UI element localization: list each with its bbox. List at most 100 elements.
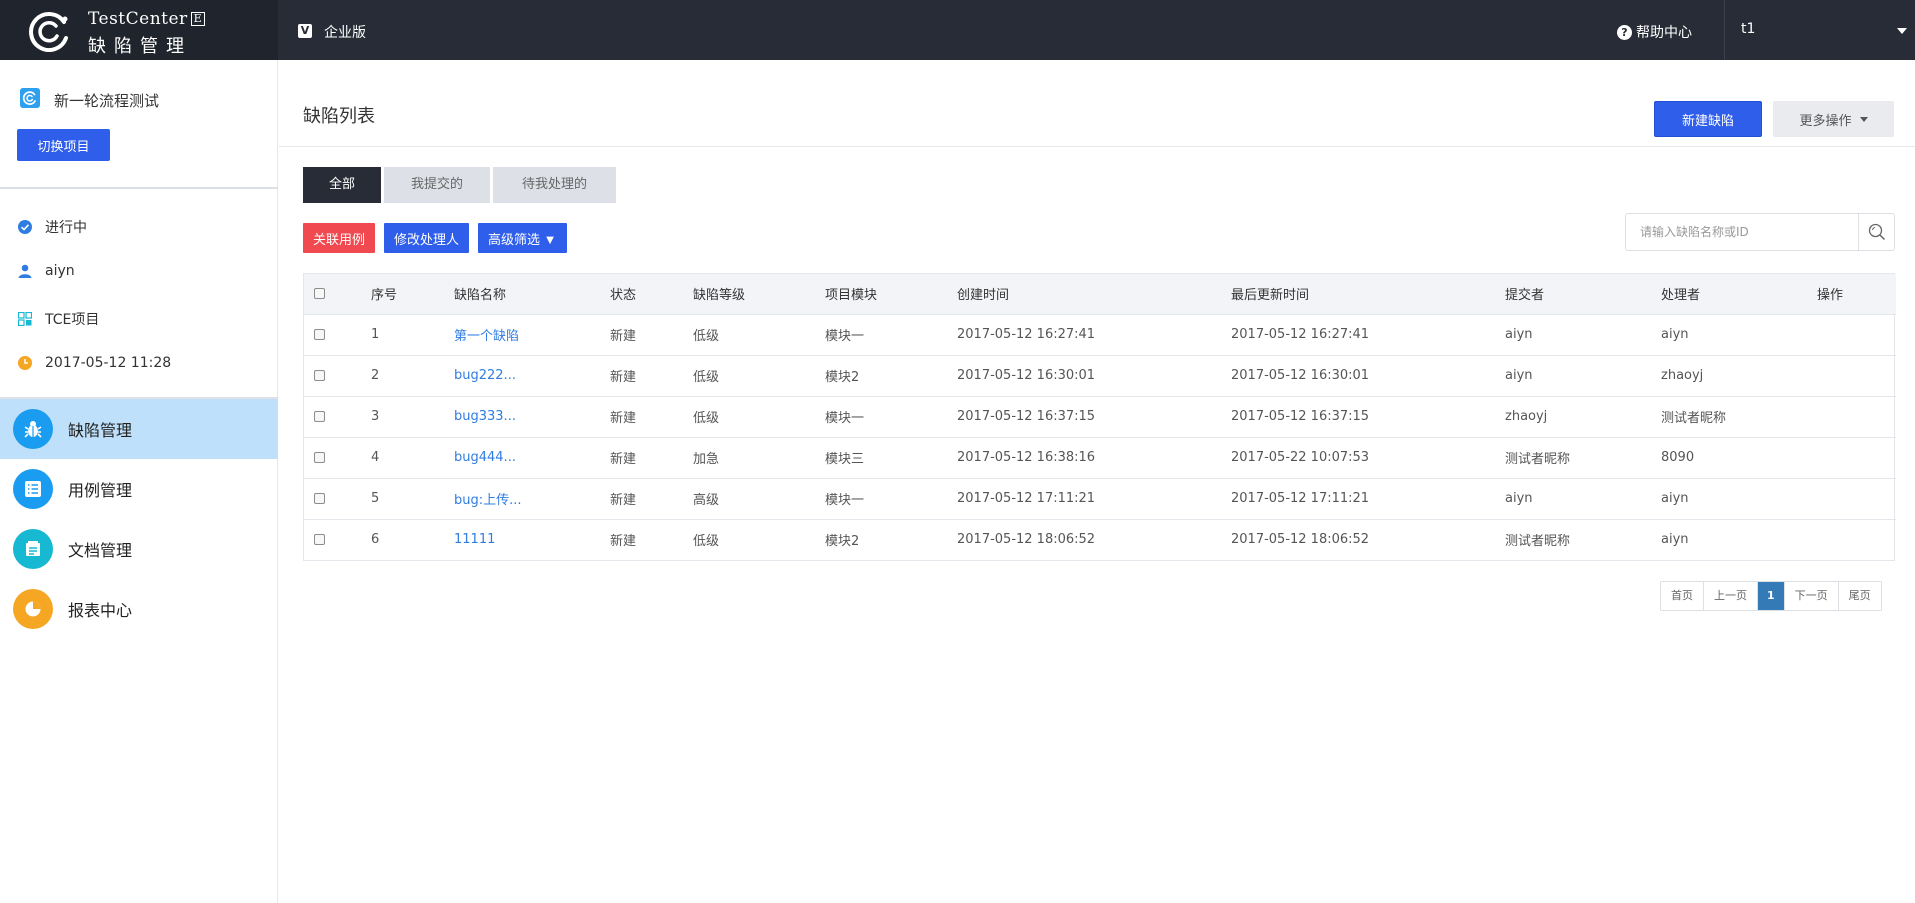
table-row: 5 bug:上传... 新建 高级 模块一 2017-05-12 17:11:2… (304, 478, 1896, 519)
cell-created: 2017-05-12 16:27:41 (957, 327, 1096, 342)
link-case-button[interactable]: 关联用例 (303, 223, 376, 253)
sidebar-item-report-center[interactable]: 报表中心 (0, 579, 278, 639)
tab-assigned-to-me[interactable]: 待我处理的 (493, 167, 616, 203)
cell-created: 2017-05-12 18:06:52 (957, 532, 1096, 548)
bug-filter-tabs: 全部 我提交的 待我处理的 (303, 167, 619, 203)
bug-name-link[interactable]: bug:上传... (454, 478, 610, 519)
pie-chart-icon (25, 601, 41, 617)
edition-badge: V (298, 24, 312, 38)
cell-submitter: aiyn (1505, 368, 1533, 383)
tab-submitted-by-me[interactable]: 我提交的 (384, 167, 490, 203)
project-date-text: 2017-05-12 11:28 (45, 355, 172, 371)
row-checkbox[interactable] (314, 534, 325, 546)
nav-icon-wrap (13, 409, 53, 449)
project-date: 2017-05-12 11:28 (18, 355, 171, 371)
page-title: 缺陷列表 (303, 106, 375, 127)
top-header: TestCenter E 缺陷管理 V 企业版 ? 帮助中心 t1 (0, 0, 1915, 60)
row-select-cell (304, 437, 371, 478)
search-button[interactable] (1858, 214, 1894, 250)
bug-name-link[interactable]: bug333... (454, 396, 610, 437)
cell-created: 2017-05-12 16:30:01 (957, 368, 1096, 383)
bug-name-link[interactable]: bug444... (454, 437, 610, 478)
column-header: 操作 (1817, 288, 1844, 304)
user-menu[interactable]: t1 (1741, 21, 1755, 37)
sidebar-item-document-management[interactable]: 文档管理 (0, 519, 278, 579)
sidebar: 新一轮流程测试 切换项目 进行中 aiyn TCE项目 2017-05-12 1… (0, 60, 278, 903)
cell-created: 2017-05-12 17:11:21 (957, 491, 1096, 506)
cell-status: 新建 (610, 534, 637, 550)
change-handler-button[interactable]: 修改处理人 (384, 223, 470, 253)
user-icon (18, 264, 32, 278)
cell-updated: 2017-05-12 16:37:15 (1231, 409, 1370, 424)
table-row: 1 第一个缺陷 新建 低级 模块一 2017-05-12 16:27:41 20… (304, 314, 1896, 355)
help-center-label: 帮助中心 (1636, 25, 1692, 41)
table-row: 3 bug333... 新建 低级 模块一 2017-05-12 16:37:1… (304, 396, 1896, 437)
nav-icon-wrap (13, 529, 53, 569)
document-icon (26, 541, 40, 556)
search-box (1625, 213, 1895, 251)
cell-submitter: aiyn (1505, 327, 1533, 342)
cell-handler: zhaoyj (1661, 368, 1704, 383)
column-header: 创建时间 (957, 288, 1010, 304)
cell-level: 低级 (693, 329, 720, 344)
cell-module: 模块三 (825, 452, 865, 467)
cell-no: 4 (371, 450, 380, 465)
help-center-link[interactable]: ? 帮助中心 (1617, 22, 1692, 42)
project-type: TCE项目 (18, 309, 99, 329)
bug-name-link[interactable]: 11111 (454, 519, 610, 560)
sidebar-item-case-management[interactable]: 用例管理 (0, 459, 278, 519)
cell-updated: 2017-05-22 10:07:53 (1231, 450, 1370, 465)
bug-table: 序号 缺陷名称 状态 缺陷等级 项目模块 创建时间 最后更新时间 提交者 处理者… (303, 273, 1896, 561)
clock-icon (18, 356, 32, 370)
row-select-cell (304, 519, 371, 560)
page-last-button[interactable]: 尾页 (1838, 582, 1881, 610)
column-header: 缺陷等级 (693, 288, 746, 304)
bug-name-link[interactable]: 第一个缺陷 (454, 314, 610, 355)
new-bug-button[interactable]: 新建缺陷 (1654, 101, 1762, 137)
row-checkbox[interactable] (314, 411, 325, 422)
cell-submitter: 测试者昵称 (1505, 534, 1571, 550)
cell-status: 新建 (610, 411, 637, 426)
sidebar-item-bug-management[interactable]: 缺陷管理 (0, 399, 278, 459)
chevron-down-icon[interactable] (1897, 28, 1907, 34)
cell-created: 2017-05-12 16:37:15 (957, 409, 1096, 424)
logo-edition-mark: E (190, 12, 206, 26)
nav-label: 报表中心 (68, 601, 133, 620)
cell-action (1817, 478, 1896, 519)
cell-level: 低级 (693, 411, 720, 426)
advanced-filter-button[interactable]: 高级筛选 ▼ (478, 223, 567, 253)
row-checkbox[interactable] (314, 452, 325, 463)
cell-updated: 2017-05-12 18:06:52 (1231, 532, 1370, 548)
row-checkbox[interactable] (314, 493, 325, 504)
cell-no: 5 (371, 491, 380, 506)
table-row: 2 bug222... 新建 低级 模块2 2017-05-12 16:30:0… (304, 355, 1896, 396)
column-header: 缺陷名称 (454, 288, 507, 304)
row-select-cell (304, 355, 371, 396)
check-circle-icon (18, 220, 32, 234)
page-prev-button[interactable]: 上一页 (1704, 582, 1758, 610)
column-header: 序号 (371, 288, 398, 304)
cell-submitter: zhaoyj (1505, 409, 1548, 424)
more-actions-button[interactable]: 更多操作 (1773, 101, 1894, 137)
row-checkbox[interactable] (314, 329, 325, 340)
cell-module: 模块2 (825, 534, 860, 550)
cell-status: 新建 (610, 493, 637, 508)
bug-name-link[interactable]: bug222... (454, 355, 610, 396)
table-header-row: 序号 缺陷名称 状态 缺陷等级 项目模块 创建时间 最后更新时间 提交者 处理者… (304, 274, 1896, 314)
page-number-current[interactable]: 1 (1758, 582, 1785, 610)
search-input[interactable] (1626, 214, 1858, 250)
cell-module: 模块一 (825, 411, 865, 426)
cell-action (1817, 519, 1896, 560)
row-checkbox[interactable] (314, 370, 325, 381)
switch-project-button[interactable]: 切换项目 (17, 129, 110, 161)
cell-module: 模块一 (825, 493, 865, 508)
pagination: 首页 上一页 1 下一页 尾页 (1660, 581, 1882, 611)
row-select-cell (304, 478, 371, 519)
select-all-checkbox[interactable] (314, 288, 325, 300)
page-next-button[interactable]: 下一页 (1784, 582, 1839, 610)
logo-area[interactable]: TestCenter E 缺陷管理 (0, 0, 278, 60)
page-first-button[interactable]: 首页 (1661, 582, 1704, 610)
tab-all[interactable]: 全部 (303, 167, 381, 203)
cell-status: 新建 (610, 329, 637, 344)
search-icon (1868, 223, 1885, 241)
